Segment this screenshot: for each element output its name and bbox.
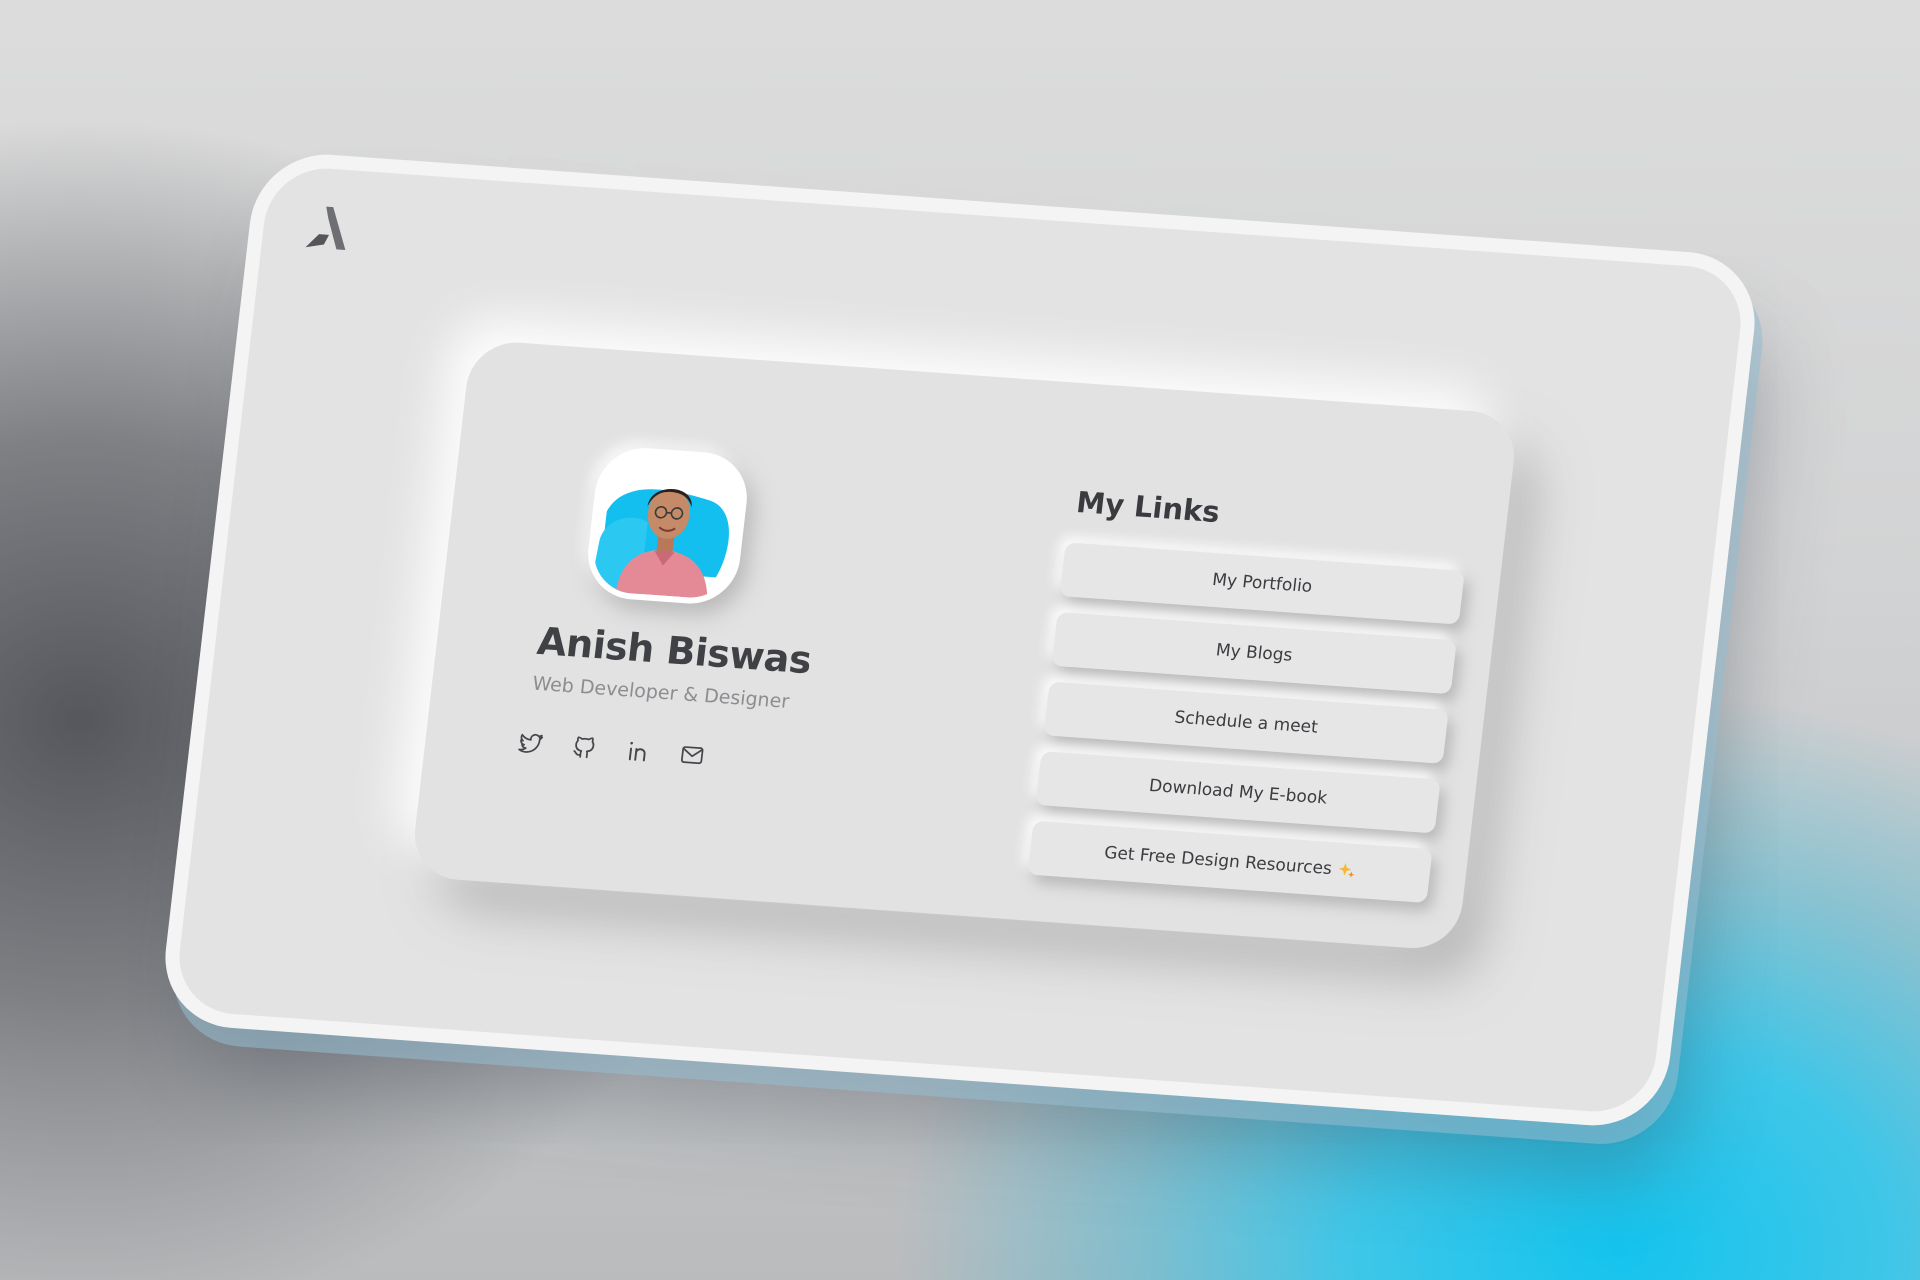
mail-icon[interactable] <box>678 741 707 769</box>
brand-logo-icon[interactable] <box>301 203 352 252</box>
linkedin-icon[interactable] <box>624 737 653 765</box>
link-design-resources-button[interactable]: Get Free Design Resources <box>1027 820 1433 904</box>
sparkle-icon <box>1337 861 1357 880</box>
link-label: Download My E-book <box>1147 775 1329 809</box>
profile-section: Anish Biswas Web Developer & Designer <box>518 442 880 765</box>
link-schedule-meet-button[interactable]: Schedule a meet <box>1043 681 1449 764</box>
link-label: My Blogs <box>1214 640 1294 666</box>
profile-card: Anish Biswas Web Developer & Designer My… <box>409 339 1520 952</box>
avatar <box>582 444 753 607</box>
github-icon[interactable] <box>570 734 599 762</box>
link-label: Get Free Design Resources <box>1103 842 1333 880</box>
link-list: My Portfolio My Blogs Schedule a meet Do… <box>1026 542 1465 919</box>
link-label: My Portfolio <box>1211 569 1314 597</box>
links-section: My Links My Portfolio My Blogs Schedule … <box>1027 485 1477 904</box>
links-heading: My Links <box>1074 485 1222 530</box>
twitter-icon[interactable] <box>516 730 545 758</box>
link-download-ebook-button[interactable]: Download My E-book <box>1035 751 1441 834</box>
link-portfolio-button[interactable]: My Portfolio <box>1059 542 1465 625</box>
social-links <box>516 730 707 769</box>
link-label: Schedule a meet <box>1173 707 1319 738</box>
link-blogs-button[interactable]: My Blogs <box>1051 611 1457 695</box>
profile-photo <box>589 451 746 601</box>
outer-card: Anish Biswas Web Developer & Designer My… <box>172 164 1748 1116</box>
